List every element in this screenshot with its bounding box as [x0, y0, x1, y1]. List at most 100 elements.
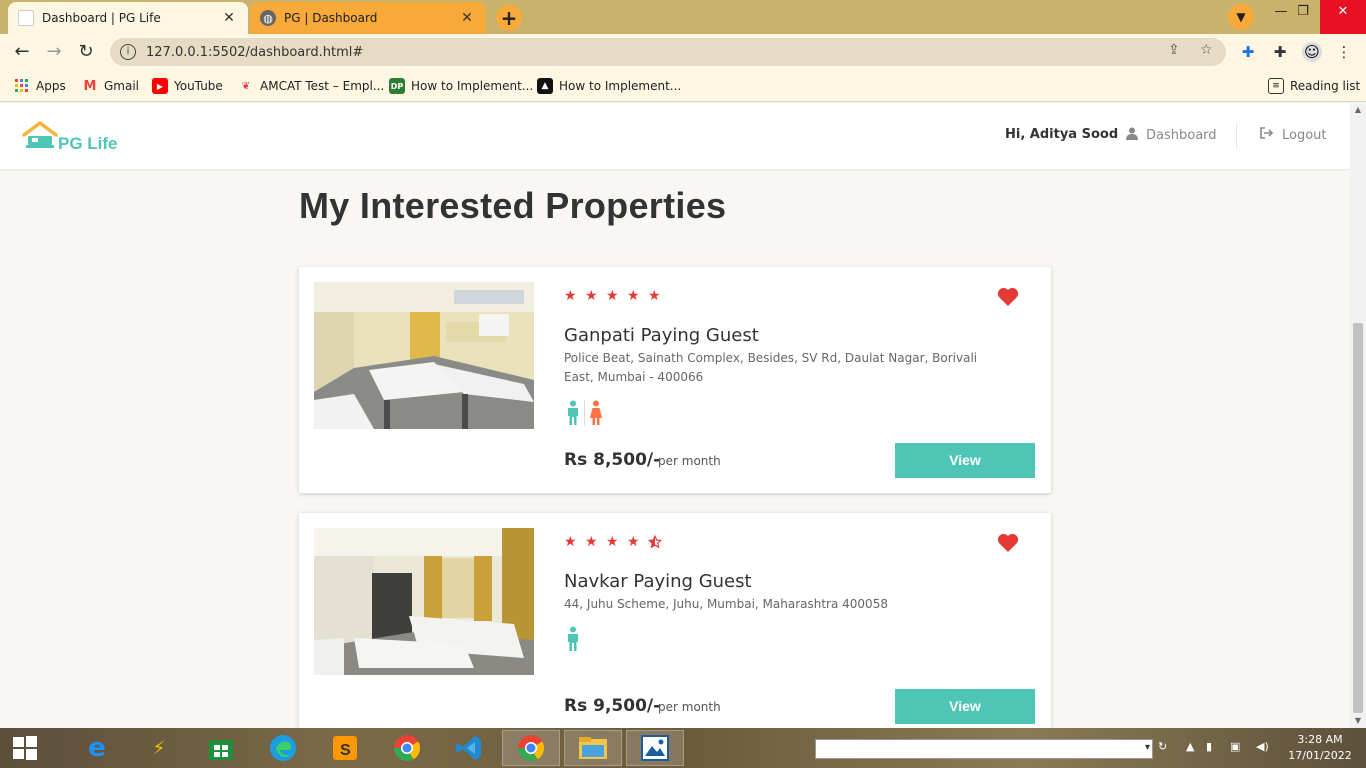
bookmark-label: How to Implement... [411, 79, 534, 93]
page-title: My Interested Properties [299, 185, 727, 226]
extensions-puzzle-icon[interactable]: ✚ [1270, 42, 1290, 62]
freecodecamp-icon: ▲ [537, 78, 553, 94]
windows-start-icon[interactable] [0, 730, 50, 766]
house-logo-icon [22, 121, 58, 148]
sublime-text-icon[interactable]: S [316, 730, 374, 766]
store-icon[interactable] [192, 730, 250, 766]
bookmark-gmail[interactable]: M Gmail [82, 77, 139, 95]
scroll-down-arrow-icon[interactable]: ▼ [1350, 714, 1366, 728]
logout-icon [1260, 127, 1274, 143]
star-full-icon: ★ [627, 288, 640, 304]
dp-icon: DP [389, 78, 405, 94]
rating-stars: ★ ★ ★ ★ [564, 534, 663, 550]
property-image[interactable] [314, 528, 534, 675]
dashboard-link-label: Dashboard [1146, 128, 1217, 143]
logout-link-label: Logout [1282, 127, 1327, 143]
youtube-icon: ▶ [152, 78, 168, 94]
logo-text: PG Life [58, 134, 118, 153]
property-address: Police Beat, Sainath Complex, Besides, S… [564, 351, 978, 384]
bookmark-amcat[interactable]: ❦ AMCAT Test – Empl... [238, 77, 385, 95]
bookmarks-bar: Apps M Gmail ▶ YouTube ❦ AMCAT Test – Em… [0, 70, 1366, 102]
interested-heart-icon[interactable] [997, 287, 1021, 311]
chrome-active-icon[interactable] [502, 730, 560, 766]
bookmark-star-icon[interactable]: ☆ [1200, 42, 1213, 58]
male-icon [568, 400, 578, 425]
network-icon[interactable]: ▣ [1230, 740, 1240, 753]
reading-list-button[interactable]: ≡ Reading list [1268, 77, 1360, 95]
back-arrow-icon[interactable]: ← [8, 38, 36, 66]
logout-link[interactable]: Logout [1260, 127, 1327, 143]
globe-icon: ◍ [260, 10, 276, 26]
address-bar[interactable]: i 127.0.0.1:5502/dashboard.html# ⇪ ☆ [110, 38, 1226, 66]
property-image[interactable] [314, 282, 534, 429]
browser-toolbar: ← → ↻ i 127.0.0.1:5502/dashboard.html# ⇪… [0, 34, 1366, 70]
bookmark-how-to-implement-2[interactable]: ▲ How to Implement... [537, 77, 681, 95]
property-card: ★ ★ ★ ★ ★ Ganpati Paying Guest Police Be… [299, 267, 1051, 493]
system-clock[interactable]: 3:28 AM 17/01/2022 [1280, 732, 1360, 764]
windows-taskbar: e ⚡ S ▾ ↻ ▲ ▮ ▣ ◀) 3:28 AM 17/01/2022 [0, 728, 1366, 768]
bookmark-apps[interactable]: Apps [14, 77, 66, 95]
tab-dashboard-pg-life[interactable]: Dashboard | PG Life ✕ [8, 2, 248, 34]
dropdown-chevron-icon[interactable]: ▾ [1145, 742, 1150, 753]
property-name[interactable]: Ganpati Paying Guest [564, 325, 759, 346]
volume-icon[interactable]: ◀) [1256, 740, 1269, 753]
clock-time: 3:28 AM [1297, 733, 1343, 746]
forward-arrow-icon[interactable]: → [40, 38, 68, 66]
bookmark-how-to-implement-1[interactable]: DP How to Implement... [389, 77, 533, 95]
bookmark-label: Apps [36, 79, 66, 93]
view-property-button[interactable]: View [895, 443, 1035, 478]
reload-icon[interactable]: ↻ [72, 38, 100, 66]
page-scrollbar[interactable]: ▲ ▼ [1350, 103, 1366, 728]
rating-stars: ★ ★ ★ ★ ★ [564, 289, 662, 303]
site-navbar: PG Life Hi, Aditya Sood Dashboard Logout [0, 103, 1350, 169]
refresh-icon[interactable]: ↻ [1158, 740, 1167, 753]
reading-list-icon: ≡ [1268, 78, 1284, 94]
url-text: 127.0.0.1:5502/dashboard.html# [146, 44, 364, 60]
star-full-icon: ★ [564, 534, 577, 550]
photos-icon[interactable] [626, 730, 684, 766]
dashboard-link[interactable]: Dashboard [1126, 127, 1217, 144]
close-tab-icon[interactable]: ✕ [220, 10, 238, 26]
star-full-icon: ★ [564, 288, 577, 304]
tab-title: PG | Dashboard [284, 11, 378, 25]
tab-pg-dashboard[interactable]: ◍ PG | Dashboard ✕ [250, 2, 486, 34]
edge-icon[interactable] [254, 730, 312, 766]
star-full-icon: ★ [606, 288, 619, 304]
property-price: Rs 8,500/- [564, 450, 661, 470]
gender-icons [564, 626, 582, 652]
view-property-button[interactable]: View [895, 689, 1035, 724]
star-full-icon: ★ [606, 534, 619, 550]
extension-puzzle-blue-icon[interactable]: ✚ [1238, 42, 1258, 62]
room-photo [314, 528, 534, 675]
new-tab-button[interactable]: + [496, 5, 522, 31]
price-period: per month [658, 700, 721, 714]
tab-search-chevron-icon[interactable]: ▼ [1228, 4, 1254, 30]
property-name[interactable]: Navkar Paying Guest [564, 571, 752, 592]
price-period: per month [658, 454, 721, 468]
scrollbar-thumb[interactable] [1353, 323, 1363, 713]
taskbar-address-input[interactable]: ▾ [815, 739, 1153, 759]
file-explorer-icon[interactable] [564, 730, 622, 766]
close-tab-icon[interactable]: ✕ [458, 10, 476, 26]
female-icon [590, 400, 602, 425]
reading-list-label: Reading list [1290, 79, 1361, 93]
vscode-icon[interactable] [440, 730, 498, 766]
share-icon[interactable]: ⇪ [1168, 42, 1180, 58]
internet-explorer-icon[interactable]: e [68, 730, 126, 766]
bookmark-youtube[interactable]: ▶ YouTube [152, 77, 223, 95]
gender-divider [584, 400, 585, 426]
chrome-icon[interactable] [378, 730, 436, 766]
profile-avatar[interactable]: ☺ [1302, 42, 1322, 62]
menu-kebab-icon[interactable]: ⋮ [1334, 42, 1354, 62]
interested-heart-icon[interactable] [997, 533, 1021, 557]
battery-icon[interactable]: ▮ [1206, 740, 1212, 753]
winamp-icon[interactable]: ⚡ [130, 730, 188, 766]
close-window-button[interactable]: ✕ [1320, 0, 1366, 34]
nav-divider [1236, 123, 1237, 149]
pg-life-logo[interactable]: PG Life [22, 121, 118, 155]
tray-expand-icon[interactable]: ▲ [1186, 740, 1194, 753]
user-icon [1126, 127, 1138, 144]
scroll-up-arrow-icon[interactable]: ▲ [1350, 103, 1366, 117]
amcat-icon: ❦ [241, 80, 251, 92]
site-info-icon[interactable]: i [120, 44, 136, 60]
